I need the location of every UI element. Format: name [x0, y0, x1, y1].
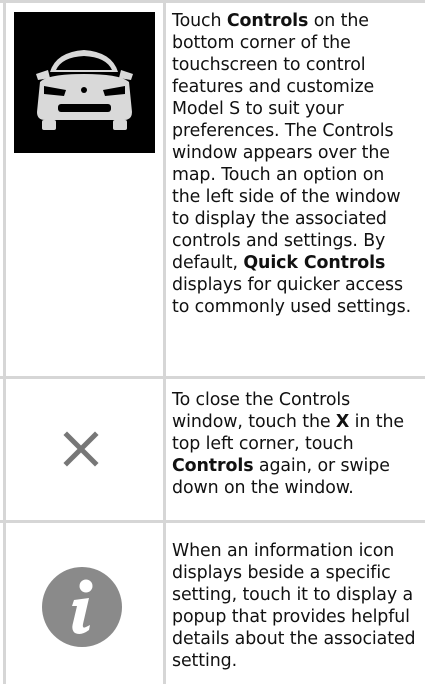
text-run: displays for quicker access to commonly …: [172, 275, 412, 317]
info-icon: [41, 566, 123, 648]
row-1-description: Touch Controls on the bottom corner of t…: [172, 10, 417, 318]
bold-term: Controls: [172, 456, 254, 476]
row-1-text: Touch Controls on the bottom corner of t…: [172, 11, 411, 317]
bold-term: X: [335, 412, 350, 432]
table-left-border: [3, 0, 6, 684]
text-run: To close the Controls window, touch the: [172, 390, 351, 432]
text-run: Touch: [172, 11, 227, 31]
row-2-text: To close the Controls window, touch the …: [172, 390, 404, 498]
instruction-table: Touch Controls on the bottom corner of t…: [0, 0, 425, 684]
row-divider-1: [0, 376, 425, 379]
bold-term: Quick Controls: [243, 253, 386, 273]
row-3-description: When an information icon displays beside…: [172, 540, 417, 672]
close-x-icon: [61, 429, 101, 469]
text-run: When an information icon displays beside…: [172, 541, 416, 671]
table-column-divider: [163, 0, 166, 684]
text-run: on the bottom corner of the touchscreen …: [172, 11, 401, 273]
row-3-text: When an information icon displays beside…: [172, 541, 416, 671]
row-divider-2: [0, 520, 425, 523]
row-2-description: To close the Controls window, touch the …: [172, 389, 417, 499]
table-top-border: [0, 0, 425, 3]
car-front-icon: [14, 12, 155, 153]
bold-term: Controls: [226, 11, 309, 31]
